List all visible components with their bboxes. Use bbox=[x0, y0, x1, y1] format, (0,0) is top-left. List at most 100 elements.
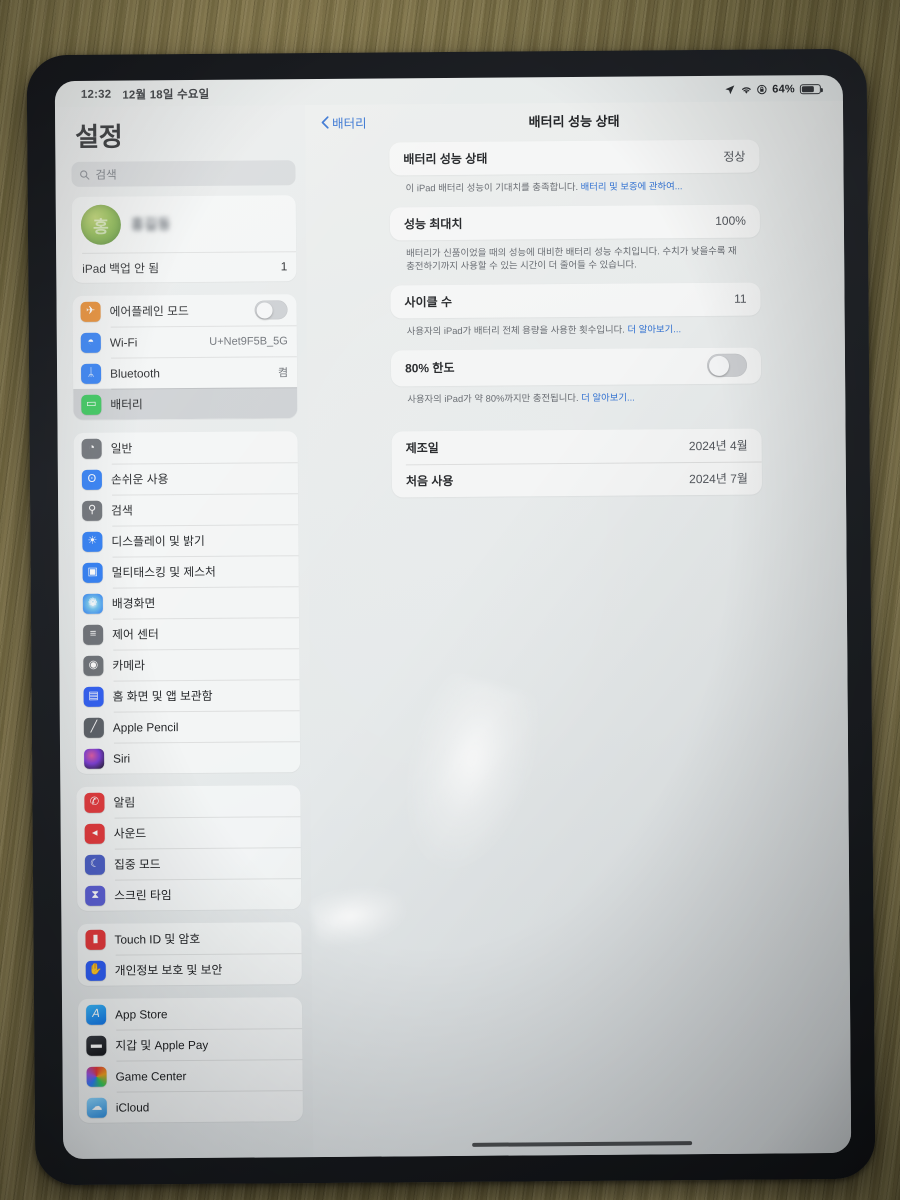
sidebar-item-label: 집중 모드 bbox=[113, 857, 161, 872]
multitasking-icon: ▣ bbox=[82, 562, 103, 583]
pencil-icon: ╱ bbox=[83, 717, 104, 738]
sidebar-item-제어-센터[interactable]: ≡ 제어 센터 bbox=[75, 617, 299, 650]
speaker-icon: ◂ bbox=[84, 823, 105, 844]
sidebar-item-일반[interactable]: ◔ 일반 bbox=[74, 431, 298, 464]
brightness-icon: ☀ bbox=[82, 531, 103, 552]
sidebar-item-app-store[interactable]: 𝘈 App Store bbox=[78, 997, 302, 1030]
sidebar-item-지갑-및-apple-pay[interactable]: ▬ 지갑 및 Apple Pay bbox=[78, 1028, 302, 1061]
detail-content: 배터리 성능 상태 정상이 iPad 배터리 성능이 기대치를 충족합니다. 배터… bbox=[305, 135, 846, 498]
sidebar-item-홈-화면-및-앱-보관함[interactable]: ▤ 홈 화면 및 앱 보관함 bbox=[75, 679, 299, 712]
sidebar-item-집중-모드[interactable]: ☾ 집중 모드 bbox=[77, 847, 301, 880]
sidebar-item-label: Game Center bbox=[115, 1068, 187, 1084]
battery-percent-label: 64% bbox=[772, 83, 795, 96]
gear-icon: ◔ bbox=[81, 438, 102, 459]
apple-account-card[interactable]: 홍 홍길동 iPad 백업 안 됨 1 bbox=[71, 195, 297, 283]
settings-row-value: 정상 bbox=[723, 149, 746, 164]
sidebar-item-wi-fi[interactable]: ◓ Wi-Fi U+Net9F5B_5G bbox=[73, 325, 297, 358]
sidebar-item-label: Apple Pencil bbox=[112, 719, 179, 735]
settings-row-value: 11 bbox=[733, 292, 747, 307]
bluetooth-icon: ᛦ bbox=[80, 363, 102, 384]
hand-icon: ✋ bbox=[85, 960, 106, 981]
sidebar-item-label: Touch ID 및 암호 bbox=[114, 931, 201, 947]
sidebar-item-검색[interactable]: ⚲ 검색 bbox=[74, 493, 298, 526]
settings-row-title: 사이클 수 bbox=[404, 294, 453, 310]
sidebar-item-알림[interactable]: ✆ 알림 bbox=[76, 785, 300, 818]
icloud-icon: ☁ bbox=[86, 1097, 107, 1118]
sidebar-item-label: App Store bbox=[115, 1006, 168, 1022]
footnote-link[interactable]: 더 알아보기... bbox=[581, 391, 635, 402]
status-bar-left: 12:32 12월 18일 수요일 bbox=[81, 86, 210, 103]
detail-title: 배터리 성능 상태 bbox=[528, 113, 620, 129]
footnote-text: 이 iPad 배터리 성능이 기대치를 충족합니다. bbox=[405, 180, 581, 194]
game-center-icon bbox=[86, 1066, 107, 1087]
sidebar-item-apple-pencil[interactable]: ╱ Apple Pencil bbox=[76, 710, 300, 743]
footnote-link[interactable]: 배터리 및 보증에 관하여... bbox=[581, 180, 683, 192]
page-title: 설정 bbox=[75, 121, 123, 152]
settings-row-title: 배터리 성능 상태 bbox=[403, 151, 488, 167]
sidebar-item-label: 제어 센터 bbox=[112, 627, 159, 642]
sidebar-item-label: Wi-Fi bbox=[109, 334, 138, 350]
back-button-label: 배터리 bbox=[332, 116, 367, 131]
sidebar-item-손쉬운-사용[interactable]: ʘ 손쉬운 사용 bbox=[74, 462, 298, 495]
sidebar-item-touch-id-및-암호[interactable]: ▮ Touch ID 및 암호 bbox=[77, 922, 301, 955]
sidebar-item-game-center[interactable]: Game Center bbox=[78, 1059, 302, 1092]
sidebar-item-멀티태스킹-및-제스처[interactable]: ▣ 멀티태스킹 및 제스처 bbox=[75, 555, 299, 588]
sidebar-group: 𝘈 App Store ▬ 지갑 및 Apple Pay Game Center ☁ iCl… bbox=[77, 997, 303, 1123]
ipad-device: 12:32 12월 18일 수요일 64% 설정 검색 홍 홍길동 iPad 백… bbox=[26, 48, 876, 1186]
settings-row[interactable]: 80% 한도 bbox=[391, 347, 761, 386]
wifi-icon bbox=[740, 85, 752, 95]
toggle-knob bbox=[256, 301, 273, 319]
sidebar-item-icloud[interactable]: ☁ iCloud bbox=[79, 1090, 303, 1123]
sidebar-item-에어플레인-모드[interactable]: ✈ 에어플레인 모드 bbox=[72, 294, 296, 327]
footnote-text: 사용자의 iPad가 배터리 전체 용량을 사용한 횟수입니다. bbox=[406, 323, 628, 337]
settings-row: 사이클 수 11 bbox=[390, 282, 760, 318]
bell-icon: ✆ bbox=[84, 792, 105, 813]
settings-row-title: 80% 한도 bbox=[404, 360, 455, 376]
settings-row-value: 100% bbox=[715, 213, 746, 229]
settings-footnote: 사용자의 iPad가 약 80%까지만 충전됩니다. 더 알아보기... bbox=[391, 383, 761, 418]
sidebar-item-label: 지갑 및 Apple Pay bbox=[115, 1037, 209, 1053]
camera-icon: ◉ bbox=[83, 655, 104, 676]
siri-icon bbox=[84, 748, 105, 769]
sidebar-item-배터리[interactable]: ▭ 배터리 bbox=[73, 387, 298, 420]
settings-card: 사이클 수 11 bbox=[390, 282, 761, 319]
moon-icon: ☾ bbox=[84, 854, 106, 875]
sidebar-item-카메라[interactable]: ◉ 카메라 bbox=[75, 648, 299, 681]
sidebar-item-스크린-타임[interactable]: ⧗ 스크린 타임 bbox=[77, 878, 301, 911]
sidebar-item-bluetooth[interactable]: ᛦ Bluetooth 켬 bbox=[73, 356, 297, 389]
sidebar-item-디스플레이-및-밝기[interactable]: ☀ 디스플레이 및 밝기 bbox=[74, 524, 298, 557]
sidebar-item-label: Siri bbox=[113, 751, 131, 766]
settings-footnote: 사용자의 iPad가 배터리 전체 용량을 사용한 횟수입니다. 더 알아보기.… bbox=[391, 315, 761, 350]
sidebar-item-value: 켬 bbox=[277, 366, 289, 379]
settings-card: 배터리 성능 상태 정상 bbox=[389, 139, 760, 176]
device-info-card: 제조일 2024년 4월 처음 사용 2024년 7월 bbox=[391, 428, 763, 498]
sidebar-item-개인정보-보호-및-보안[interactable]: ✋ 개인정보 보호 및 보안 bbox=[78, 953, 302, 986]
sidebar-item-label: 검색 bbox=[111, 503, 133, 518]
settings-row-value: 2024년 4월 bbox=[688, 438, 748, 454]
status-bar-time: 12:32 bbox=[80, 88, 112, 101]
account-header[interactable]: 홍 홍길동 bbox=[72, 195, 296, 253]
battery-health-detail: 배터리 배터리 성능 상태 배터리 성능 상태 정상 이 iPad 배터리 성능이 … bbox=[304, 100, 852, 1158]
sidebar-item-siri[interactable]: Siri bbox=[76, 741, 300, 774]
back-button[interactable]: 배터리 bbox=[321, 112, 367, 131]
sidebar-item-label: 카메라 bbox=[112, 658, 145, 673]
toggle-switch[interactable] bbox=[254, 300, 288, 320]
status-badge: 1 bbox=[280, 259, 288, 274]
toggle-switch[interactable] bbox=[706, 353, 748, 377]
app-store-icon: 𝘈 bbox=[86, 1004, 107, 1025]
sidebar-item-사운드[interactable]: ◂ 사운드 bbox=[77, 816, 301, 849]
accessibility-icon: ʘ bbox=[81, 469, 102, 490]
search-icon bbox=[79, 169, 90, 180]
wallet-icon: ▬ bbox=[86, 1035, 107, 1056]
sidebar-item-배경화면[interactable]: ❁ 배경화면 bbox=[75, 586, 299, 619]
ipad-backup-row[interactable]: iPad 백업 안 됨 1 bbox=[72, 251, 296, 283]
settings-sidebar[interactable]: 설정 검색 홍 홍길동 iPad 백업 안 됨 1 ✈ 에어플레인 모드 ◓ W… bbox=[54, 105, 314, 1160]
status-bar-date: 12월 18일 수요일 bbox=[122, 88, 210, 102]
footnote-link[interactable]: 더 알아보기... bbox=[627, 323, 681, 334]
sidebar-item-label: 홈 화면 및 앱 보관함 bbox=[112, 688, 213, 704]
settings-row-title: 처음 사용 bbox=[405, 474, 454, 489]
search-input[interactable]: 검색 bbox=[71, 160, 296, 187]
photograph-of-ipad: 12:32 12월 18일 수요일 64% 설정 검색 홍 홍길동 iPad 백… bbox=[0, 0, 900, 1200]
rotation-lock-icon bbox=[757, 84, 767, 95]
home-indicator[interactable] bbox=[472, 1141, 693, 1147]
